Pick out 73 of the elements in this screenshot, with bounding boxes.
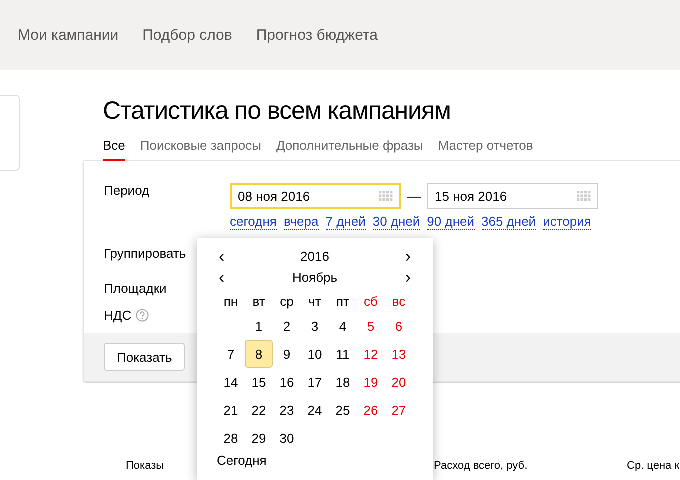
period-link[interactable]: 7 дней (326, 215, 366, 230)
calendar-day[interactable]: 12 (357, 340, 385, 368)
calendar-day[interactable]: 8 (245, 340, 273, 368)
period-link[interactable]: сегодня (230, 215, 277, 230)
calendar-day[interactable]: 5 (357, 312, 385, 340)
calendar-day[interactable]: 27 (385, 396, 413, 424)
calendar-day[interactable]: 4 (329, 312, 357, 340)
calendar-icon[interactable] (577, 190, 591, 202)
tab[interactable]: Мастер отчетов (438, 138, 534, 161)
calendar-day[interactable]: 21 (217, 396, 245, 424)
next-arrow[interactable]: › (403, 270, 413, 286)
calendar-icon[interactable] (379, 190, 393, 202)
nav-link[interactable]: Мои кампании (18, 26, 119, 44)
period-link[interactable]: история (543, 215, 592, 230)
calendar-day[interactable]: 7 (217, 340, 245, 368)
calendar-day[interactable]: 11 (329, 340, 357, 368)
range-dash: — (407, 188, 421, 204)
calendar-day[interactable]: 24 (301, 396, 329, 424)
calendar-day[interactable]: 30 (273, 424, 301, 452)
calendar-day[interactable]: 23 (273, 396, 301, 424)
weekday-label: ср (279, 292, 295, 311)
period-link[interactable]: 30 дней (372, 215, 420, 230)
calendar-day[interactable]: 19 (357, 368, 385, 396)
calendar-day[interactable]: 6 (385, 312, 413, 340)
calendar-day[interactable]: 3 (301, 312, 329, 340)
calendar-day[interactable]: 15 (245, 368, 273, 396)
calendar-day[interactable]: 17 (301, 368, 329, 396)
date-field[interactable]: 15 ноя 2016 (427, 183, 598, 209)
tab[interactable]: Поисковые запросы (140, 138, 262, 161)
calendar-day[interactable]: 2 (273, 312, 301, 340)
nav-link[interactable]: Подбор слов (142, 26, 232, 44)
calendar-day[interactable]: 14 (217, 368, 245, 396)
tab[interactable]: Дополнительные фразы (276, 138, 424, 161)
weekday-label: вс (391, 292, 407, 310)
field-label: Период (104, 183, 151, 198)
weekday-label: пт (336, 292, 350, 310)
field-label: НДС (104, 308, 132, 323)
weekday-label: чт (308, 292, 322, 310)
year-label: 2016 (300, 249, 330, 264)
column-header: Расход всего, руб. (434, 460, 528, 472)
weekday-label: пн (222, 292, 240, 310)
period-link[interactable]: вчера (284, 215, 319, 230)
column-header: Показы (126, 460, 164, 472)
today-link[interactable]: Сегодня (217, 453, 267, 468)
weekday-label: сб (363, 292, 379, 310)
show-button[interactable]: Показать (104, 343, 186, 371)
calendar-day[interactable]: 29 (245, 424, 273, 452)
calendar-day[interactable]: 22 (245, 396, 273, 424)
month-label: Ноябрь (292, 270, 338, 285)
page-title: Статистика по всем кампаниям (103, 96, 452, 126)
weekday-label: вт (252, 292, 266, 310)
calendar-day[interactable]: 20 (385, 368, 413, 396)
date-field[interactable]: 08 ноя 2016 (230, 183, 401, 209)
calendar-day[interactable]: 28 (217, 424, 245, 452)
field-label: Площадки (104, 281, 167, 296)
prev-arrow[interactable]: ‹ (217, 248, 227, 264)
next-arrow[interactable]: › (403, 248, 413, 264)
prev-arrow[interactable]: ‹ (217, 270, 227, 286)
nav-link[interactable]: Прогноз бюджета (256, 26, 378, 44)
help-icon[interactable] (136, 309, 149, 322)
calendar-day[interactable]: 26 (357, 396, 385, 424)
tab[interactable]: Все (103, 138, 126, 161)
field-label: Группировать (104, 246, 186, 261)
calendar-day[interactable]: 18 (329, 368, 357, 396)
calendar-day[interactable]: 16 (273, 368, 301, 396)
period-link[interactable]: 90 дней (427, 215, 474, 230)
calendar-day[interactable]: 13 (385, 340, 413, 368)
calendar-day[interactable]: 10 (301, 340, 329, 368)
calendar-day[interactable]: 9 (273, 340, 301, 368)
column-header: Ср. цена к (627, 460, 680, 472)
calendar-day[interactable]: 1 (245, 312, 273, 340)
period-link[interactable]: 365 дней (482, 215, 536, 230)
calendar-day[interactable]: 25 (329, 396, 357, 424)
